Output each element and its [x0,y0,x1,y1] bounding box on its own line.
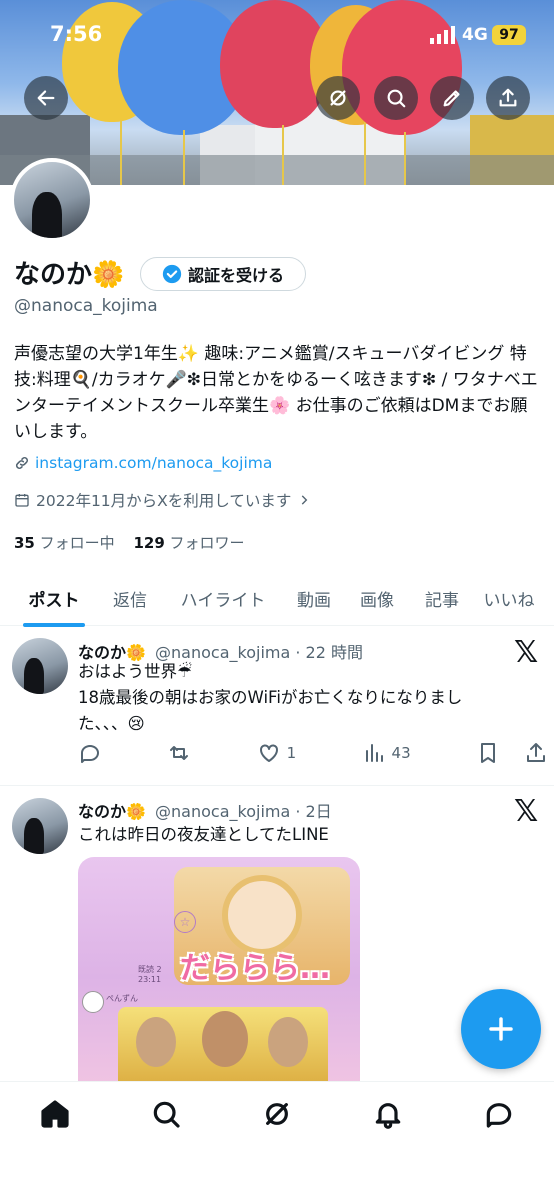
tab-likes[interactable]: いいね [464,570,554,626]
home-icon [41,1100,69,1128]
profile-bio: 声優志望の大学1年生✨ 趣味:アニメ鑑賞/スキューバダイビング 特技:料理🍳/カ… [14,344,538,442]
tweet-media-image[interactable]: だららら… ☆ 既読 2 23:11 ぺんずん [78,857,360,1097]
link-icon [15,456,29,470]
search-icon [153,1101,180,1128]
tweet-text-line: 18歳最後の朝はお家のWiFiがお亡くなりになりまし [78,688,463,707]
nav-home[interactable] [39,1098,71,1200]
tab-highlights[interactable]: ハイライト [152,570,294,626]
back-arrow-icon [37,90,55,106]
tweet-header: なのか🌼 @nanoca_kojima · 2日 [78,798,332,822]
edit-button[interactable] [430,76,474,120]
follow-stats: 35 フォロー中 129 フォロワー [14,532,245,553]
star-icon: ☆ [174,911,196,933]
chat-read-time: 既読 2 23:11 [138,965,162,984]
bookmark-icon [480,743,495,763]
bookmark-button[interactable] [476,741,500,765]
plus-icon [489,1017,513,1041]
joined-date[interactable]: 2022年11月からXを利用しています [14,489,311,511]
tweet-actions: 1 43 [78,741,548,765]
grok-icon [330,90,346,106]
nav-notifications[interactable] [372,1098,404,1200]
display-name: なのか🌼 [14,260,125,290]
share-button[interactable] [486,76,530,120]
profile-link-text[interactable]: instagram.com/nanoca_kojima [35,454,272,472]
back-button[interactable] [24,76,68,120]
following-label: フォロー中 [39,534,115,552]
tab-videos[interactable]: 動画 [294,570,334,626]
tab-replies[interactable]: 返信 [108,570,152,626]
grok-button[interactable] [316,76,360,120]
share-tweet-button[interactable] [524,741,548,765]
sticker-illustration: だららら… [174,867,350,986]
get-verified-button[interactable]: 認証を受ける [140,257,306,291]
nav-search[interactable] [150,1098,182,1200]
tweet-avatar[interactable] [12,638,68,694]
sticker-text: だららら… [180,951,330,986]
signal-icon [430,26,456,44]
profile-avatar[interactable] [10,158,94,242]
views-button[interactable]: 43 [362,741,411,765]
tab-media[interactable]: 画像 [334,570,420,626]
network-label: 4G [462,25,488,45]
x-logo: 𝕏 [514,794,539,829]
like-button[interactable]: 1 [257,741,297,765]
followers-link[interactable]: 129 フォロワー [133,534,244,552]
bottom-navigation [0,1081,554,1200]
following-count: 35 [14,534,35,552]
share-icon [499,88,517,107]
grok-icon [266,1103,288,1125]
like-count: 1 [286,744,297,762]
battery-indicator: 97 [492,25,526,45]
reply-button[interactable] [78,741,102,765]
chat-bubble-icon [486,1103,511,1128]
tweet-text: これは昨日の夜友達としてたLINE [78,825,329,844]
edit-pencil-icon [443,90,460,107]
following-link[interactable]: 35 フォロー中 [14,534,115,552]
verified-badge-icon [162,264,182,284]
followers-count: 129 [133,534,165,552]
nav-messages[interactable] [483,1098,515,1200]
calendar-icon [15,494,29,507]
view-count: 43 [391,744,411,762]
heart-icon [259,744,278,762]
tweet-author-handle[interactable]: @nanoca_kojima [155,802,290,821]
status-bar: 7:56 4G 97 [0,0,554,70]
search-button[interactable] [374,76,418,120]
tweet-text-line: おはよう世界☔ [78,662,192,681]
tweet-text-line: た、、、😢 [78,714,145,733]
search-icon [387,89,406,108]
tweet-text: おはよう世界☔ 18歳最後の朝はお家のWiFiがお亡くなりになりまし た、、、😢 [78,659,488,737]
reply-icon [81,745,99,763]
analytics-icon [365,744,383,762]
tweet-avatar[interactable] [12,798,68,854]
user-handle: @nanoca_kojima [14,296,158,316]
compose-button[interactable] [461,989,541,1069]
chat-sender-avatar [82,991,104,1013]
tweet[interactable]: なのか🌼 @nanoca_kojima · 22 時間 𝕏 おはよう世界☔ 18… [0,627,554,785]
nav-grok[interactable] [261,1098,293,1200]
chat-sender-name: ぺんずん [106,994,138,1003]
repost-icon [170,746,189,760]
tab-posts[interactable]: ポスト [0,570,108,626]
status-time: 7:56 [50,22,103,46]
bell-icon [375,1103,401,1129]
share-icon [526,743,545,762]
profile-link[interactable]: instagram.com/nanoca_kojima [14,454,272,472]
get-verified-label: 認証を受ける [187,266,284,285]
tweet-time[interactable]: · 2日 [295,802,331,821]
joined-date-text: 2022年11月からXを利用しています [36,492,292,510]
profile-tabs: ポスト 返信 ハイライト 動画 画像 記事 いいね [0,570,554,626]
followers-label: フォロワー [169,534,245,552]
tab-articles[interactable]: 記事 [420,570,464,626]
chevron-right-icon [302,495,308,505]
x-logo: 𝕏 [514,635,539,670]
repost-button[interactable] [167,741,191,765]
tweet-author-name[interactable]: なのか🌼 [78,802,146,821]
